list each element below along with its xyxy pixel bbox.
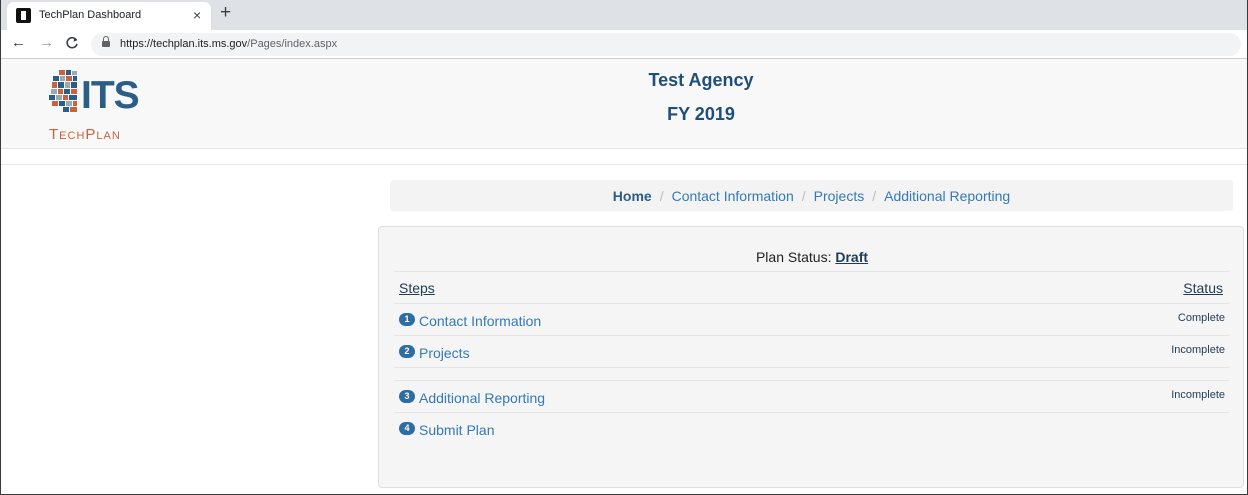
tab-strip: TechPlan Dashboard × + bbox=[1, 0, 1247, 30]
steps-column-header[interactable]: Steps bbox=[399, 280, 435, 296]
step-row-additional-reporting: 3 Additional Reporting Incomplete bbox=[399, 389, 1225, 413]
plan-steps-panel: Plan Status: Draft Steps Status 1 Contac… bbox=[378, 226, 1244, 488]
browser-toolbar: ← → https://techplan.its.ms.gov/Pages/in… bbox=[1, 30, 1247, 59]
reload-icon[interactable] bbox=[65, 34, 79, 55]
breadcrumb-separator: / bbox=[801, 187, 806, 204]
browser-tab[interactable]: TechPlan Dashboard × bbox=[7, 2, 211, 30]
plan-status: Plan Status: Draft bbox=[379, 249, 1245, 265]
step-number-badge: 2 bbox=[399, 345, 415, 358]
address-bar[interactable]: https://techplan.its.ms.gov/Pages/index.… bbox=[91, 33, 1241, 56]
lock-icon bbox=[102, 36, 110, 48]
browser-window: TechPlan Dashboard × + ← → https://techp… bbox=[0, 0, 1248, 495]
step-number-badge: 3 bbox=[399, 390, 415, 403]
breadcrumb-separator: / bbox=[659, 187, 664, 204]
step-link-submit-plan[interactable]: Submit Plan bbox=[419, 422, 494, 438]
tab-title: TechPlan Dashboard bbox=[39, 9, 142, 21]
plan-status-value[interactable]: Draft bbox=[835, 249, 868, 265]
agency-title: Test Agency bbox=[648, 70, 754, 90]
breadcrumb-contact-information[interactable]: Contact Information bbox=[672, 188, 794, 204]
url-path: /Pages/index.aspx bbox=[247, 38, 338, 50]
divider bbox=[394, 335, 1229, 336]
divider bbox=[394, 367, 1229, 368]
divider bbox=[394, 380, 1229, 381]
fiscal-year-title: FY 2019 bbox=[667, 104, 735, 124]
logo-techplan-text: TechPlan bbox=[49, 126, 121, 143]
divider bbox=[394, 303, 1229, 304]
status-column-header[interactable]: Status bbox=[1183, 280, 1223, 296]
step-status: Incomplete bbox=[1171, 389, 1225, 401]
breadcrumb-separator: / bbox=[872, 187, 877, 204]
close-tab-icon[interactable]: × bbox=[193, 7, 201, 23]
step-row-projects: 2 Projects Incomplete bbox=[399, 344, 1225, 368]
breadcrumb-projects[interactable]: Projects bbox=[814, 188, 865, 204]
step-link-contact-information[interactable]: Contact Information bbox=[419, 313, 541, 329]
step-status: Incomplete bbox=[1171, 344, 1225, 356]
header-divider bbox=[1, 164, 1247, 165]
back-arrow-icon[interactable]: ← bbox=[11, 34, 26, 52]
url-text: https://techplan.its.ms.gov/Pages/index.… bbox=[120, 38, 337, 50]
step-number-badge: 1 bbox=[399, 313, 415, 326]
step-row-contact-information: 1 Contact Information Complete bbox=[399, 312, 1225, 336]
divider bbox=[394, 271, 1229, 272]
step-row-submit-plan: 4 Submit Plan bbox=[399, 421, 1225, 445]
breadcrumb: Home / Contact Information / Projects / … bbox=[390, 180, 1233, 211]
breadcrumb-home[interactable]: Home bbox=[613, 188, 652, 204]
its-techplan-logo[interactable]: ITS TechPlan bbox=[45, 70, 140, 146]
breadcrumb-additional-reporting[interactable]: Additional Reporting bbox=[884, 188, 1010, 204]
step-link-projects[interactable]: Projects bbox=[419, 345, 470, 361]
new-tab-icon[interactable]: + bbox=[220, 3, 231, 23]
logo-its-text: ITS bbox=[81, 74, 140, 117]
divider bbox=[394, 412, 1229, 413]
plan-status-label: Plan Status: bbox=[755, 249, 832, 265]
site-favicon-icon bbox=[16, 8, 31, 23]
step-link-additional-reporting[interactable]: Additional Reporting bbox=[419, 390, 545, 406]
url-host: https://techplan.its.ms.gov bbox=[120, 38, 248, 50]
step-number-badge: 4 bbox=[399, 422, 415, 435]
page-header: ITS TechPlan Test Agency FY 2019 bbox=[1, 59, 1247, 149]
forward-arrow-icon[interactable]: → bbox=[39, 34, 54, 52]
step-status: Complete bbox=[1177, 312, 1225, 324]
